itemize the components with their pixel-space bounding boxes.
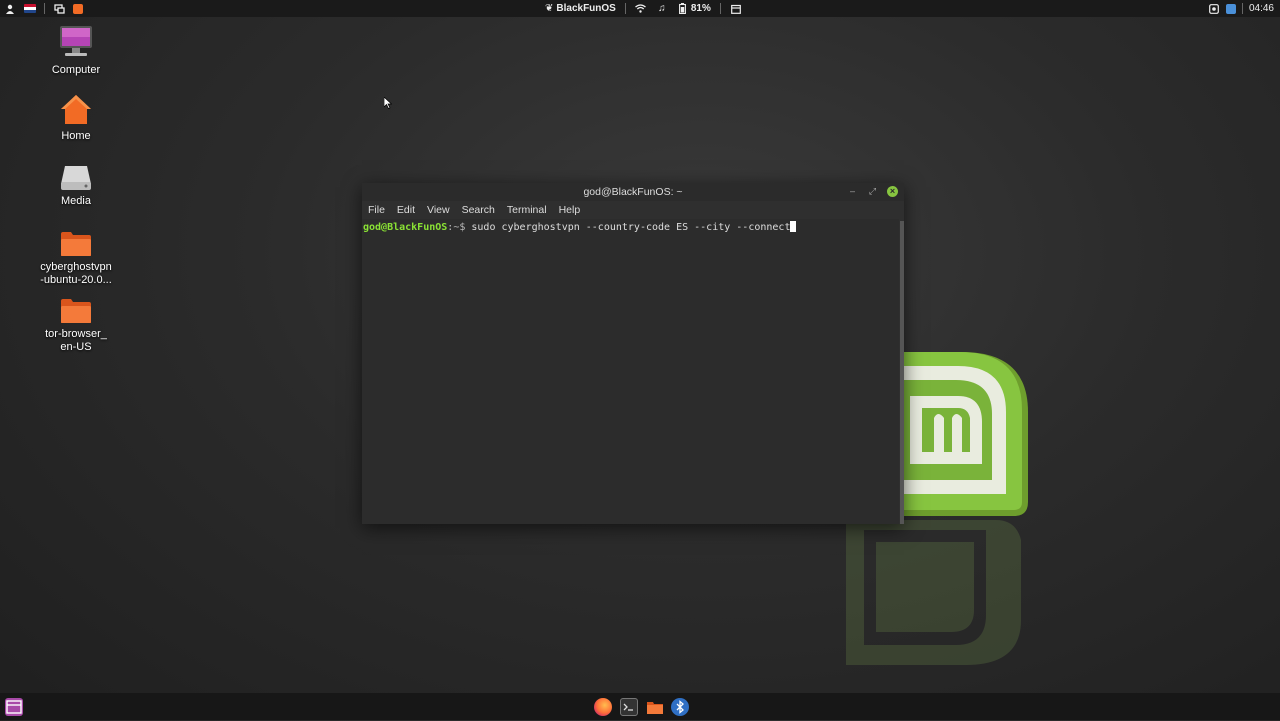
user-icon[interactable] [4,3,16,15]
computer-icon [59,25,93,61]
command-text: sudo cyberghostvpn --country-code ES --c… [465,222,791,233]
prompt-path: :~$ [447,222,466,233]
firefox-icon[interactable] [594,698,612,716]
home-folder-icon [59,93,93,127]
desktop-icon-label: Home [61,130,91,142]
minimize-button[interactable]: ‒ [847,186,858,197]
battery-icon [677,3,689,15]
linux-mint-logo [902,352,1028,516]
desktop-icon-label: cyberghostvpn [40,261,112,273]
panel-title[interactable]: ❦ BlackFunOS [545,3,616,14]
terminal-output[interactable]: god@BlackFunOS:~$ sudo cyberghostvpn --c… [362,219,899,524]
music-icon[interactable]: ♫ [656,3,668,15]
menu-help[interactable]: Help [559,204,581,216]
clock[interactable]: 04:46 [1249,3,1274,14]
menu-file[interactable]: File [368,204,385,216]
mint-leaf-icon: ❦ [545,3,554,14]
panel-separator [719,3,721,14]
terminal-icon[interactable] [620,698,638,716]
flag-icon[interactable] [24,4,36,13]
files-icon[interactable] [646,698,664,716]
calendar-icon[interactable] [730,3,742,15]
panel-title-text: BlackFunOS [556,3,616,14]
folder-icon [60,230,92,258]
menu-terminal[interactable]: Terminal [507,204,547,216]
folder-icon [60,297,92,325]
battery-percent: 81% [690,3,711,14]
desktop-icon-media[interactable]: Media [28,162,124,208]
desktop-icon-label: tor-browser_ [45,328,107,340]
panel-separator [44,3,45,14]
desktop-icon-cyberghostvpn[interactable]: cyberghostvpn -ubuntu-20.0... [28,230,124,287]
panel-separator [1241,3,1243,14]
desktop-icon-computer[interactable]: Computer [28,25,124,77]
bluetooth-icon[interactable] [671,698,689,716]
window-list-icon[interactable] [53,3,65,15]
menu-edit[interactable]: Edit [397,204,415,216]
menu-search[interactable]: Search [462,204,495,216]
bottom-panel [0,693,1280,720]
terminal-scrollbar[interactable] [900,221,904,524]
desktop-icon-label: Media [61,195,91,207]
desktop-icon-home[interactable]: Home [28,93,124,143]
terminal-menubar: File Edit View Search Terminal Help [362,201,904,219]
drive-icon [59,162,93,192]
desktop-icon-label-line2: -ubuntu-20.0... [40,274,112,286]
linux-mint-logo-reflection [846,520,1021,665]
mouse-pointer-icon [384,97,392,109]
terminal-titlebar[interactable]: god@BlackFunOS: ~ ‒ ⤢ × [362,183,904,201]
mail-icon[interactable] [73,3,83,14]
menu-view[interactable]: View [427,204,450,216]
wifi-icon[interactable] [635,3,647,15]
maximize-button[interactable]: ⤢ [867,186,878,197]
desktop-icon-label: Computer [51,64,101,76]
terminal-window[interactable]: god@BlackFunOS: ~ ‒ ⤢ × File Edit View S… [362,183,904,524]
panel-separator [624,3,626,14]
window-title: god@BlackFunOS: ~ [583,186,683,198]
prompt-user: god@BlackFunOS [363,222,448,233]
desktop-icon-tor-browser[interactable]: tor-browser_ en-US [28,297,124,354]
close-button[interactable]: × [887,186,898,197]
text-cursor [790,221,797,232]
top-panel: ❦ BlackFunOS ♫ 81% 04:46 [0,0,1280,17]
menu-icon[interactable] [5,698,23,716]
desktop-icon-label-line2: en-US [60,341,92,353]
battery-indicator[interactable]: 81% [677,3,711,15]
screenshot-icon[interactable] [1208,3,1220,15]
camera-icon[interactable] [1225,3,1236,14]
